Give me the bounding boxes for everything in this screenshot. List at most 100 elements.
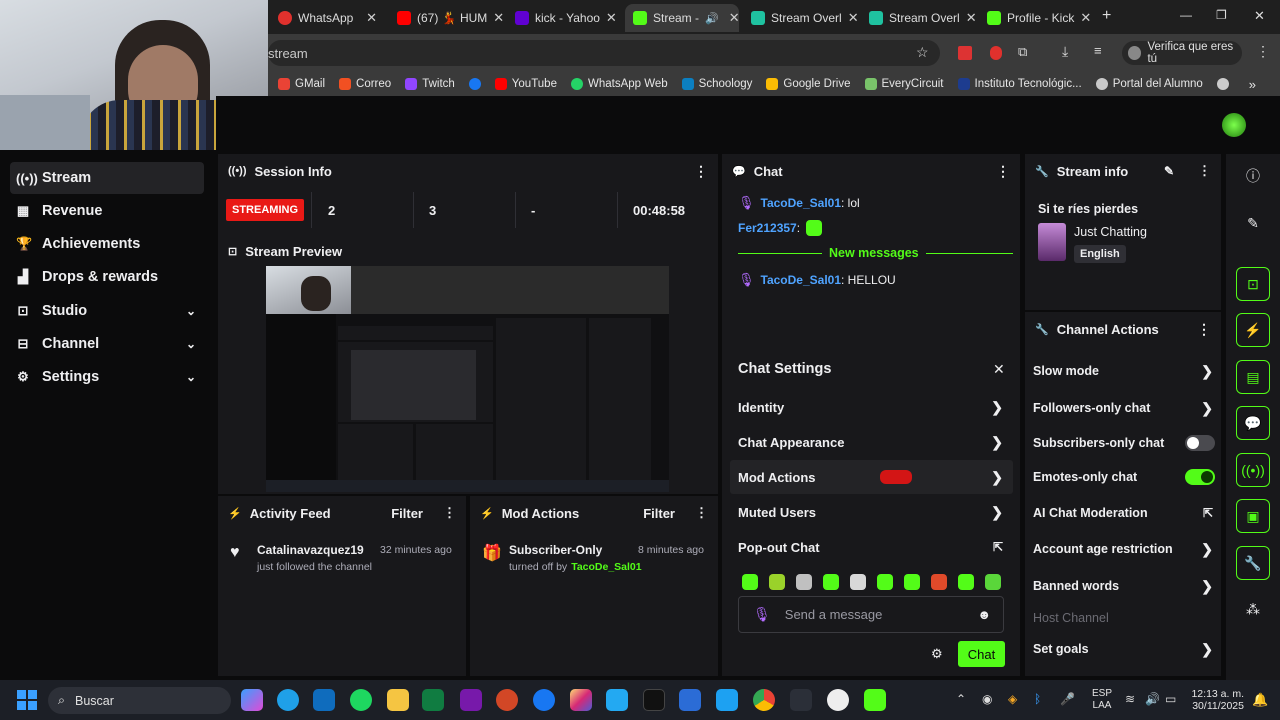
file-explorer-icon[interactable] (387, 689, 409, 711)
notification-bell-icon[interactable]: 🔔 (1252, 692, 1268, 708)
rail-broadcast-icon[interactable]: ((•)) (1236, 453, 1270, 487)
sidebar-item-stream[interactable]: ((•)) Stream (10, 162, 204, 194)
extensions-puzzle-icon[interactable]: ⧉ (1018, 44, 1027, 60)
action-ai-moderation[interactable]: AI Chat Moderation ⇱ (1025, 496, 1221, 530)
bookmark-gmail[interactable]: GMail (278, 78, 325, 90)
chat-setting-appearance[interactable]: Chat Appearance ❯ (730, 425, 1013, 459)
emote-icon[interactable] (742, 574, 758, 590)
twitter-icon[interactable] (716, 689, 738, 711)
activity-username[interactable]: Catalinavazquez19 (257, 543, 364, 557)
subscribers-only-toggle[interactable] (1185, 435, 1215, 451)
chrome-icon[interactable] (753, 689, 775, 711)
browser-menu-icon[interactable]: ⋮ (1256, 43, 1270, 60)
close-icon[interactable]: ✕ (606, 10, 617, 26)
bluetooth-icon[interactable]: ᛒ (1034, 692, 1041, 706)
close-icon[interactable]: ✕ (1080, 10, 1091, 26)
tray-overflow-icon[interactable]: ⌃ (956, 692, 966, 706)
tab-youtube[interactable]: (67) 💃 HUM ✕ (389, 4, 503, 32)
chat-username[interactable]: TacoDe_Sal01 (761, 196, 842, 210)
download-icon[interactable]: ⤓ (1062, 43, 1068, 60)
taskbar-clock[interactable]: 12:13 a. m. 30/11/2025 (1186, 688, 1244, 712)
action-emotes-only[interactable]: Emotes-only chat (1025, 460, 1221, 494)
close-icon[interactable]: ✕ (493, 10, 503, 26)
user-avatar[interactable] (1222, 113, 1246, 137)
tiktok-icon[interactable] (643, 689, 665, 711)
taskbar-search-input[interactable]: ⌕ Buscar (48, 687, 231, 714)
stream-preview-video[interactable] (266, 266, 669, 492)
bookmark-youtube[interactable]: YouTube (494, 78, 557, 90)
action-followers-only[interactable]: Followers-only chat ❯ (1025, 391, 1221, 425)
volume-icon[interactable]: 🔊 (1145, 692, 1160, 706)
bookmark-twitch[interactable]: Twitch (405, 78, 455, 90)
action-banned-words[interactable]: Banned words ❯ (1025, 569, 1221, 603)
microphone-icon[interactable]: 🎤 (1060, 692, 1075, 706)
chat-send-button[interactable]: Chat (958, 641, 1005, 667)
emote-icon[interactable] (931, 574, 947, 590)
emote-icon[interactable] (904, 574, 920, 590)
bookmark-schoology[interactable]: Schoology (681, 78, 752, 90)
kick-studio-icon[interactable] (864, 689, 886, 711)
onenote-icon[interactable] (460, 689, 482, 711)
windows-start-icon[interactable] (17, 690, 37, 710)
chat-username[interactable]: TacoDe_Sal01 (761, 273, 842, 287)
tab-profile-kick[interactable]: Profile - Kick ✕ (979, 4, 1093, 32)
bookmark-facebook[interactable] (468, 78, 481, 90)
window-close-icon[interactable]: ✕ (1254, 8, 1265, 24)
kebab-menu-icon[interactable]: ⋮ (1198, 163, 1211, 179)
edge-icon[interactable] (277, 689, 299, 711)
sidebar-item-studio[interactable]: ⊡ Studio ⌄ (10, 295, 204, 327)
rail-layout-icon[interactable]: ▣ (1236, 499, 1270, 533)
tab-whatsapp[interactable]: WhatsApp ✕ (270, 4, 385, 32)
close-icon[interactable]: ✕ (848, 10, 857, 26)
copilot-icon[interactable] (241, 689, 263, 711)
spotify-icon[interactable] (350, 689, 372, 711)
chat-setting-popout[interactable]: Pop-out Chat ⇱ (730, 530, 1013, 564)
emotes-only-toggle[interactable] (1185, 469, 1215, 485)
kebab-menu-icon[interactable]: ⋮ (694, 163, 708, 180)
wifi-icon[interactable]: ≋ (1125, 692, 1135, 706)
action-age-restriction[interactable]: Account age restriction ❯ (1025, 532, 1221, 566)
tab-stream-overlay-1[interactable]: Stream Overl ✕ (743, 4, 857, 32)
bookmark-instituto[interactable]: Instituto Tecnológic... (957, 78, 1082, 90)
edit-pencil-icon[interactable]: ✎ (1164, 164, 1174, 178)
rail-lightning-icon[interactable]: ⚡ (1236, 313, 1270, 347)
chat-input[interactable]: 🎙 Send a message ☻ (738, 596, 1004, 633)
remote-desktop-icon[interactable] (679, 689, 701, 711)
rail-notes-icon[interactable]: ▤ (1236, 360, 1270, 394)
edit-pencil-icon[interactable]: ✎ (1236, 206, 1270, 240)
action-set-goals[interactable]: Set goals ❯ (1025, 632, 1221, 666)
battery-icon[interactable]: ▭ (1165, 692, 1176, 706)
url-input[interactable]: stream (268, 40, 940, 66)
outlook-icon[interactable] (313, 689, 335, 711)
tab-stream-overlay-2[interactable]: Stream Overl ✕ (861, 4, 975, 32)
instagram-icon[interactable] (570, 689, 592, 711)
rail-add-panel-icon[interactable]: ⁂ (1236, 592, 1270, 626)
emote-icon[interactable] (850, 574, 866, 590)
language-indicator[interactable]: ESP LAA (1092, 688, 1112, 712)
chat-settings-gear-icon[interactable]: ⚙ (931, 646, 943, 662)
close-icon[interactable]: ✕ (993, 361, 1005, 378)
emote-icon[interactable] (985, 574, 1001, 590)
bookmark-everycircuit[interactable]: EveryCircuit (864, 78, 944, 90)
excel-icon[interactable] (422, 689, 444, 711)
tab-stream-active[interactable]: Stream - 🔊 ✕ (625, 4, 739, 32)
media-control-icon[interactable]: ≡ (1094, 43, 1102, 58)
tray-app-icon[interactable]: ◉ (982, 692, 992, 706)
kebab-menu-icon[interactable]: ⋮ (1197, 321, 1211, 338)
facebook-icon[interactable] (533, 689, 555, 711)
bookmark-google-drive[interactable]: Google Drive (766, 78, 851, 90)
bookmark-correo[interactable]: Correo (339, 78, 391, 90)
bookmarks-overflow-icon[interactable]: » (1249, 77, 1256, 92)
new-tab-icon[interactable]: + (1102, 7, 1111, 25)
extension-icon[interactable] (990, 46, 1002, 60)
extension-icon[interactable] (958, 46, 972, 60)
sidebar-item-settings[interactable]: ⚙ Settings ⌄ (10, 361, 204, 393)
powerpoint-icon[interactable] (496, 689, 518, 711)
sidebar-item-channel[interactable]: ⊟ Channel ⌄ (10, 328, 204, 360)
bookmark-globe[interactable] (1216, 78, 1229, 90)
close-icon[interactable]: ✕ (729, 10, 739, 26)
rail-wrench-icon[interactable]: 🔧 (1236, 546, 1270, 580)
speaker-icon[interactable]: 🔊 (705, 12, 719, 25)
action-subscribers-only[interactable]: Subscribers-only chat (1025, 426, 1221, 460)
chat-setting-identity[interactable]: Identity ❯ (730, 390, 1013, 424)
